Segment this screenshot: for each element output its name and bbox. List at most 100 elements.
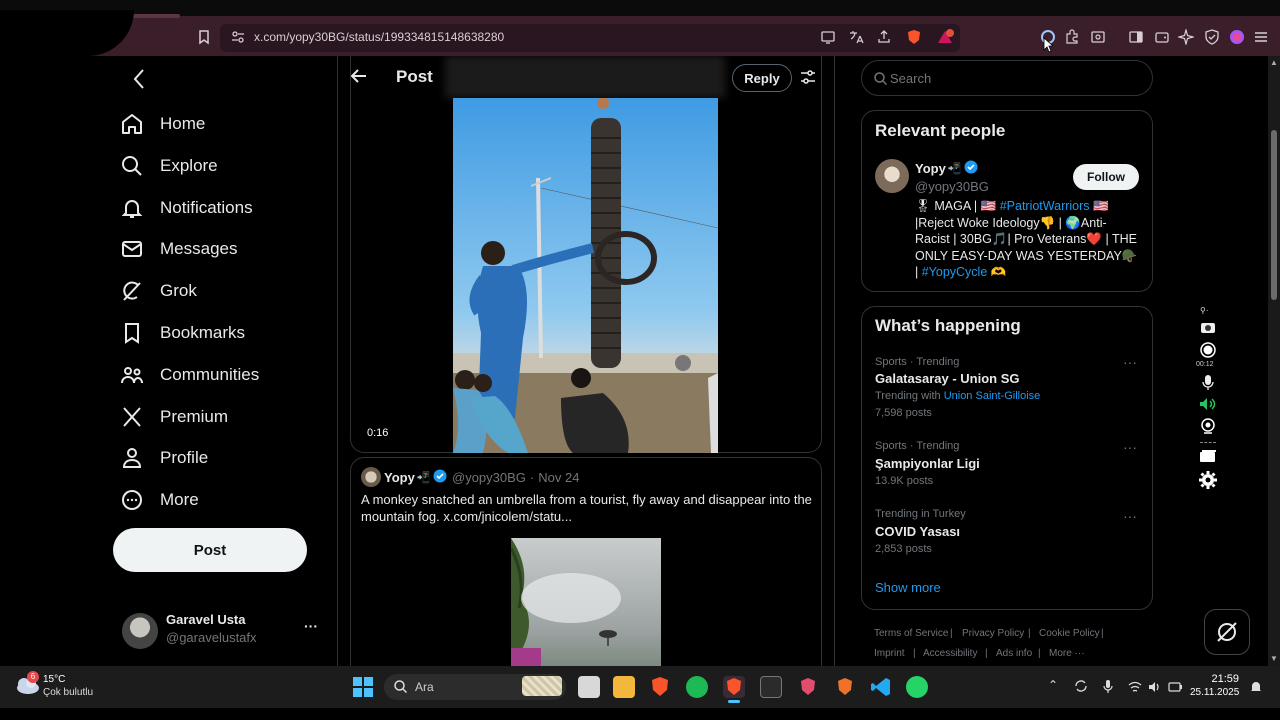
nav-item-explore[interactable]: Explore	[120, 146, 218, 186]
brave-rewards-icon[interactable]	[936, 29, 954, 45]
quoted-date[interactable]: Nov 24	[538, 470, 579, 485]
avatar[interactable]	[875, 159, 909, 193]
recorder-pin-icon[interactable]: ⚲·	[1200, 306, 1209, 315]
spotify-icon[interactable]	[686, 676, 708, 698]
weather-temp[interactable]: 15°C	[43, 674, 65, 685]
nav-item-notifications[interactable]: Notifications	[120, 188, 253, 228]
scroll-down-icon[interactable]: ▼	[1270, 654, 1278, 663]
recording-time: 00:12	[1196, 361, 1214, 368]
terminal-icon[interactable]	[760, 676, 782, 698]
speaker-icon[interactable]	[1199, 397, 1217, 416]
person-handle[interactable]: @yopy30BG	[915, 179, 989, 194]
footer-link[interactable]: Imprint	[874, 648, 905, 659]
verified-badge-icon	[433, 469, 447, 486]
quoted-meta: @yopy30BG · Nov 24	[452, 470, 579, 485]
task-view-icon[interactable]	[578, 676, 600, 698]
record-button-icon[interactable]	[1200, 342, 1216, 363]
url-text[interactable]: x.com/yopy30BG/status/1993348151486382​8…	[254, 30, 504, 44]
quoted-image[interactable]	[511, 538, 661, 666]
microphone-tray-icon[interactable]	[1103, 679, 1113, 698]
account-more-button[interactable]: ···	[304, 618, 318, 634]
trend-more-button[interactable]: ···	[1123, 439, 1137, 455]
scroll-up-icon[interactable]: ▲	[1270, 58, 1278, 67]
wifi-icon[interactable]	[1128, 680, 1142, 698]
user-icon	[122, 448, 142, 468]
trend-more-button[interactable]: ···	[1123, 354, 1137, 370]
avatar[interactable]	[122, 613, 158, 649]
window-capture-icon[interactable]	[1199, 449, 1217, 468]
follow-button[interactable]: Follow	[1073, 164, 1139, 190]
sync-icon[interactable]	[1074, 679, 1088, 698]
nav-item-grok[interactable]: Grok	[120, 271, 197, 311]
windows-start-icon[interactable]	[352, 676, 374, 698]
weather-desc[interactable]: Çok bulutlu	[43, 687, 93, 698]
bio-hashtag-link[interactable]: #PatriotWarriors	[1000, 199, 1090, 213]
sidebar-toggle-icon[interactable]	[1128, 29, 1144, 45]
show-more-link[interactable]: Show more	[875, 580, 941, 595]
volume-icon[interactable]	[1148, 680, 1162, 698]
post-button[interactable]: Post	[113, 528, 307, 572]
settings-gear-icon[interactable]	[1199, 471, 1217, 494]
footer-link[interactable]: Ads info	[996, 648, 1032, 659]
vpn-shield-icon[interactable]	[1204, 29, 1220, 45]
wallet-icon[interactable]	[1154, 29, 1170, 45]
trend-posts: 2,853 posts	[875, 543, 932, 555]
bookmark-page-icon[interactable]	[196, 29, 212, 45]
nav-item-communities[interactable]: Communities	[120, 355, 259, 395]
profile-menu-icon[interactable]	[1229, 29, 1245, 45]
bottom-strip	[0, 708, 1280, 720]
search-highlight-icon[interactable]	[522, 676, 562, 696]
brave-nightly-icon[interactable]	[834, 676, 856, 698]
relevant-person-name[interactable]: Yopy 📲	[915, 160, 978, 177]
footer-link[interactable]: Terms of Service	[874, 628, 948, 639]
clock-time[interactable]: 21:59	[1199, 673, 1239, 685]
leo-ai-icon[interactable]	[1176, 27, 1196, 47]
clock-date[interactable]: 25.11.2025	[1190, 687, 1239, 698]
nav-item-profile[interactable]: Profile	[120, 438, 208, 478]
grok-floating-button[interactable]	[1204, 609, 1250, 655]
share-icon[interactable]	[876, 29, 892, 45]
account-name[interactable]: Garavel Usta	[166, 612, 246, 627]
nav-item-bookmarks[interactable]: Bookmarks	[120, 313, 245, 353]
camera-icon[interactable]	[1200, 320, 1216, 339]
microphone-icon[interactable]	[1202, 374, 1214, 395]
cast-icon[interactable]	[820, 29, 836, 45]
translate-icon[interactable]	[848, 29, 864, 45]
scrollbar-thumb[interactable]	[1271, 130, 1277, 300]
footer-separator: |	[1028, 628, 1031, 639]
trend-with-link[interactable]: Union Saint-Gilloise	[944, 390, 1041, 402]
site-settings-icon[interactable]	[230, 29, 246, 45]
brave-browser-icon[interactable]	[649, 676, 671, 698]
search-box[interactable]: Search	[861, 60, 1153, 96]
webcam-icon[interactable]	[1200, 418, 1216, 439]
notification-bell-icon[interactable]	[1250, 680, 1262, 699]
back-chevron-icon[interactable]	[130, 68, 148, 95]
brave-shield-icon[interactable]	[906, 29, 922, 45]
nav-item-premium[interactable]: Premium	[120, 397, 228, 437]
tab-search-icon[interactable]	[1090, 29, 1106, 45]
footer-link[interactable]: Accessibility	[923, 648, 977, 659]
brave-active-icon[interactable]	[723, 676, 745, 698]
battery-icon[interactable]	[1168, 680, 1182, 698]
account-handle[interactable]: @garavelustafx	[166, 630, 257, 645]
trend-context: Trending with Union Saint-Gilloise	[875, 390, 1040, 402]
trend-more-button[interactable]: ···	[1123, 508, 1137, 524]
extensions-puzzle-icon[interactable]	[1064, 29, 1080, 45]
vscode-icon[interactable]	[870, 676, 892, 698]
quoted-avatar[interactable]	[361, 467, 381, 487]
nav-item-home[interactable]: Home	[120, 104, 205, 144]
active-app-indicator	[728, 700, 740, 703]
brave-beta-icon[interactable]	[797, 676, 819, 698]
bio-hashtag-link[interactable]: #YopyCycle	[922, 265, 988, 279]
footer-link[interactable]: More ···	[1049, 648, 1085, 659]
hamburger-menu-icon[interactable]	[1253, 29, 1269, 45]
video-player[interactable]	[453, 98, 718, 453]
quoted-author[interactable]: Yopy 📲	[384, 469, 447, 486]
nav-item-more[interactable]: More	[120, 480, 199, 520]
file-explorer-icon[interactable]	[613, 676, 635, 698]
footer-link[interactable]: Cookie Policy	[1039, 628, 1100, 639]
footer-link[interactable]: Privacy Policy	[962, 628, 1024, 639]
whatsapp-icon[interactable]	[906, 676, 928, 698]
nav-item-messages[interactable]: Messages	[120, 229, 237, 269]
tray-chevron-up-icon[interactable]: ⌃	[1048, 678, 1058, 692]
